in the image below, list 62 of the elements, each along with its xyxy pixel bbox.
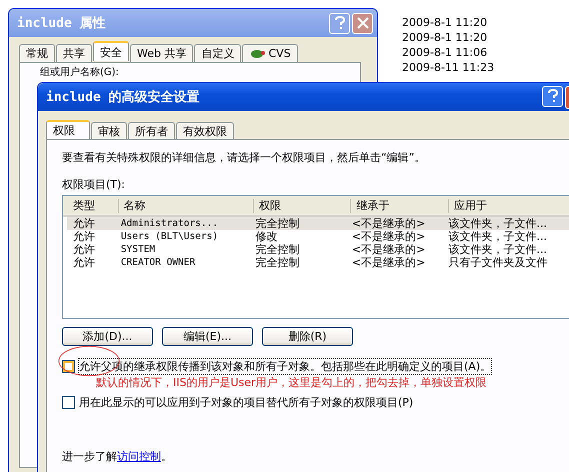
table-cell-text: 允许 bbox=[72, 217, 96, 230]
tab[interactable]: 共享 bbox=[56, 44, 92, 62]
table-cell-text: SYSTEM bbox=[120, 243, 156, 256]
table-row[interactable]: 允许 Users (BLT\Users) 修改 <不是继承的> 该文件夹，子文件... bbox=[67, 230, 569, 243]
tab[interactable]: 权限 bbox=[46, 120, 90, 139]
table-cell-text: 完全控制 bbox=[254, 243, 300, 256]
table-cell-text: Users (BLT\Users) bbox=[120, 230, 220, 243]
table-cell-text: 该文件夹，子文件... bbox=[448, 230, 548, 243]
help-icon bbox=[334, 16, 346, 30]
tab[interactable]: 有效权限 bbox=[176, 122, 234, 139]
column-header[interactable]: 继承于 bbox=[350, 198, 448, 212]
column-header[interactable]: 名称 bbox=[118, 198, 253, 212]
table-cell-text: 允许 bbox=[72, 256, 96, 269]
checkbox[interactable] bbox=[62, 396, 75, 409]
table-cell-text: CREATOR OWNER bbox=[120, 256, 196, 269]
file-date: 2009-8-1 11:20 bbox=[402, 16, 488, 30]
tab[interactable]: 自定义 bbox=[194, 44, 242, 62]
column-header[interactable]: 权限 bbox=[252, 198, 350, 212]
footer-text: 进一步了解访问控制。 bbox=[62, 449, 172, 464]
checkbox-label[interactable]: 用在此显示的可以应用到子对象的项目替代所有子对象的权限项目(P) bbox=[78, 394, 414, 411]
table-cell-text: 修改 bbox=[254, 230, 278, 243]
list-label: 权限项目(T): bbox=[62, 177, 126, 192]
instruction-text: 要查看有关特殊权限的详细信息，请选择一个权限项目，然后单击“编辑”。 bbox=[62, 150, 426, 165]
tab[interactable]: 常规 bbox=[19, 44, 55, 62]
help-icon bbox=[546, 89, 558, 103]
file-date: 2009-8-11 11:23 bbox=[402, 61, 494, 75]
tab[interactable]: CVS bbox=[242, 44, 298, 62]
annotation-text: 默认的情况下，IIS的用户是User用户，这里是勾上的，把勾去掉，单独设置权限 bbox=[96, 375, 487, 390]
close-button[interactable] bbox=[352, 12, 373, 34]
window-title: include 的高级安全设置 bbox=[46, 88, 200, 106]
group-label: 组或用户名称(G): bbox=[40, 67, 119, 78]
window-title: include 属性 bbox=[17, 15, 106, 32]
table-cell-text: <不是继承的> bbox=[350, 230, 426, 243]
action-button[interactable]: 编辑(E)... bbox=[162, 327, 253, 346]
table-cell-text: 允许 bbox=[72, 230, 96, 243]
table-cell-text: 该文件夹，子文件... bbox=[448, 217, 548, 230]
table-cell-text: <不是继承的> bbox=[350, 243, 426, 256]
help-button[interactable] bbox=[542, 86, 563, 106]
table-row[interactable]: 允许 CREATOR OWNER 完全控制 <不是继承的> 只有子文件夹及文件 bbox=[67, 256, 569, 269]
table-cell-text: 完全控制 bbox=[254, 217, 300, 230]
table-cell-text: 允许 bbox=[72, 243, 96, 256]
help-link[interactable]: 访问控制 bbox=[117, 450, 161, 463]
tab[interactable]: 所有者 bbox=[128, 122, 175, 139]
tab[interactable]: 安全 bbox=[93, 41, 129, 61]
file-date: 2009-8-1 11:20 bbox=[402, 31, 488, 45]
table-cell-text: <不是继承的> bbox=[350, 217, 426, 230]
close-icon bbox=[356, 17, 368, 29]
table-cell-text: 完全控制 bbox=[254, 256, 300, 269]
table-row[interactable]: 允许 Administrators... 完全控制 <不是继承的> 该文件夹，子文件... bbox=[67, 217, 569, 230]
action-button[interactable]: 删除(R) bbox=[262, 327, 353, 346]
column-header[interactable]: 类型 bbox=[63, 198, 118, 212]
table-row[interactable]: 允许 SYSTEM 完全控制 <不是继承的> 该文件夹，子文件... bbox=[67, 243, 569, 256]
table-cell-text: 该文件夹，子文件... bbox=[448, 243, 548, 256]
table-cell-text: <不是继承的> bbox=[350, 256, 426, 269]
file-date: 2009-8-1 11:06 bbox=[402, 46, 488, 60]
tab[interactable]: 审核 bbox=[91, 122, 127, 139]
tab[interactable]: Web 共享 bbox=[130, 44, 194, 62]
column-header[interactable]: 应用于 bbox=[448, 198, 569, 212]
checkbox[interactable] bbox=[62, 360, 75, 373]
action-button[interactable]: 添加(D)... bbox=[62, 327, 153, 346]
table-cell-text: Administrators... bbox=[120, 217, 220, 230]
table-cell-text: 只有子文件夹及文件 bbox=[448, 256, 549, 269]
